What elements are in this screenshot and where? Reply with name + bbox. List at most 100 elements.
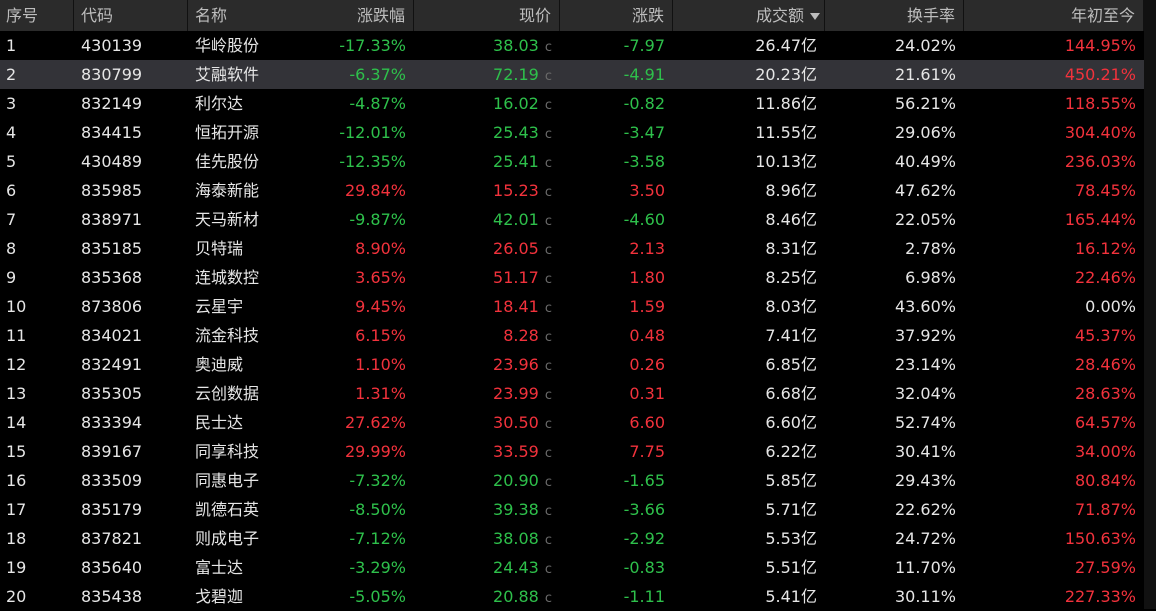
change-value: 1.59: [629, 297, 665, 316]
column-header-change[interactable]: 涨跌: [560, 0, 673, 31]
price-cell: 16.02 c: [414, 89, 560, 118]
price-suffix: c: [544, 388, 552, 403]
stock-name: 云星宇: [195, 297, 244, 316]
row-index: 9: [6, 268, 17, 287]
stock-code: 834415: [81, 123, 143, 142]
turnover-rate: 24.02%: [894, 36, 956, 55]
column-header-amount-label: 成交额: [755, 6, 804, 25]
stock-name: 奥迪威: [195, 355, 244, 374]
change-percent: 6.15%: [355, 326, 406, 345]
trade-amount: 10.13亿: [755, 152, 817, 171]
ytd-change: 64.57%: [1074, 413, 1136, 432]
stock-code: 835985: [81, 181, 143, 200]
stock-code: 835185: [81, 239, 143, 258]
trade-amount: 5.85亿: [765, 471, 817, 490]
column-header-index[interactable]: 序号: [0, 0, 74, 31]
row-index: 18: [6, 529, 27, 548]
ytd-change: 28.46%: [1074, 355, 1136, 374]
change-value: 0.26: [629, 355, 665, 374]
price-cell: 26.05 c: [414, 234, 560, 263]
price-cell: 30.50 c: [414, 408, 560, 437]
change-value: -2.92: [623, 529, 665, 548]
change-value: 2.13: [629, 239, 665, 258]
table-row[interactable]: 14 833394 民士达 27.62% 30.50 c 6.60 6.60亿 52.74% 64…: [0, 408, 1144, 437]
column-header-amount[interactable]: 成交额: [673, 0, 825, 31]
turnover-rate: 47.62%: [894, 181, 956, 200]
table-row[interactable]: 11 834021 流金科技 6.15% 8.28 c 0.48 7.41亿 37.92% 45.…: [0, 321, 1144, 350]
change-percent: -7.32%: [349, 471, 406, 490]
ytd-change: 27.59%: [1074, 558, 1136, 577]
price-value: 24.43: [493, 558, 539, 577]
table-row[interactable]: 15 839167 同享科技 29.99% 33.59 c 7.75 6.22亿 30.41% 3…: [0, 437, 1144, 466]
trade-amount: 5.41亿: [765, 587, 817, 606]
column-header-change-percent[interactable]: 涨跌幅: [188, 0, 414, 31]
change-value: -0.83: [623, 558, 665, 577]
change-value: -1.65: [623, 471, 665, 490]
row-index: 1: [6, 36, 17, 55]
change-value: -7.97: [623, 36, 665, 55]
stock-name: 凯德石英: [195, 500, 260, 519]
stock-name: 连城数控: [195, 268, 260, 287]
price-cell: 20.88 c: [414, 582, 560, 611]
ytd-change: 150.63%: [1064, 529, 1136, 548]
table-row[interactable]: 7 838971 天马新材 -9.87% 42.01 c -4.60 8.46亿 22.05% 1…: [0, 205, 1144, 234]
price-cell: 8.28 c: [414, 321, 560, 350]
table-row[interactable]: 12 832491 奥迪威 1.10% 23.96 c 0.26 6.85亿 23.14% 28.…: [0, 350, 1144, 379]
ytd-change: 71.87%: [1074, 500, 1136, 519]
vertical-scrollbar[interactable]: [1144, 0, 1156, 609]
table-row[interactable]: 6 835985 海泰新能 29.84% 15.23 c 3.50 8.96亿 47.62% 78…: [0, 176, 1144, 205]
row-index: 2: [6, 65, 17, 84]
table-row[interactable]: 20 835438 戈碧迦 -5.05% 20.88 c -1.11 5.41亿 30.11% 2…: [0, 582, 1144, 611]
column-header-turnover[interactable]: 换手率: [825, 0, 964, 31]
ytd-change: 165.44%: [1064, 210, 1136, 229]
change-percent: -3.29%: [349, 558, 406, 577]
change-percent: -8.50%: [349, 500, 406, 519]
turnover-rate: 43.60%: [894, 297, 956, 316]
column-header-ytd[interactable]: 年初至今: [964, 0, 1144, 31]
price-suffix: c: [544, 156, 552, 171]
price-cell: 25.43 c: [414, 118, 560, 147]
table-row[interactable]: 8 835185 贝特瑞 8.90% 26.05 c 2.13 8.31亿 2.78% 16.12…: [0, 234, 1144, 263]
price-value: 25.43: [493, 123, 539, 142]
price-cell: 72.19 c: [414, 60, 560, 89]
stock-code: 833394: [81, 413, 143, 432]
table-row[interactable]: 9 835368 连城数控 3.65% 51.17 c 1.80 8.25亿 6.98% 22.4…: [0, 263, 1144, 292]
stock-name: 利尔达: [195, 94, 244, 113]
table-row[interactable]: 16 833509 同惠电子 -7.32% 20.90 c -1.65 5.85亿 29.43%…: [0, 466, 1144, 495]
price-value: 38.03: [493, 36, 539, 55]
stock-name: 佳先股份: [195, 152, 260, 171]
trade-amount: 11.55亿: [755, 123, 817, 142]
turnover-rate: 29.43%: [894, 471, 956, 490]
stock-code: 832491: [81, 355, 143, 374]
table-row[interactable]: 13 835305 云创数据 1.31% 23.99 c 0.31 6.68亿 32.04% 28…: [0, 379, 1144, 408]
turnover-rate: 29.06%: [894, 123, 956, 142]
ytd-change: 236.03%: [1064, 152, 1136, 171]
table-row[interactable]: 2 830799 艾融软件 -6.37% 72.19 c -4.91 20.23亿 21.61%…: [0, 60, 1144, 89]
change-percent: 27.62%: [344, 413, 406, 432]
price-cell: 38.03 c: [414, 31, 560, 60]
table-row[interactable]: 4 834415 恒拓开源 -12.01% 25.43 c -3.47 11.55亿 29.06…: [0, 118, 1144, 147]
price-suffix: c: [544, 446, 552, 461]
table-row[interactable]: 17 835179 凯德石英 -8.50% 39.38 c -3.66 5.71亿 22.62%…: [0, 495, 1144, 524]
table-row[interactable]: 5 430489 佳先股份 -12.35% 25.41 c -3.58 10.13亿 40.49…: [0, 147, 1144, 176]
price-value: 38.08: [493, 529, 539, 548]
stock-name: 恒拓开源: [195, 123, 260, 142]
table-row[interactable]: 19 835640 富士达 -3.29% 24.43 c -0.83 5.51亿 11.70% 2…: [0, 553, 1144, 582]
table-row[interactable]: 18 837821 则成电子 -7.12% 38.08 c -2.92 5.53亿 24.72%…: [0, 524, 1144, 553]
change-percent: -5.05%: [349, 587, 406, 606]
change-percent: 1.10%: [355, 355, 406, 374]
table-row[interactable]: 10 873806 云星宇 9.45% 18.41 c 1.59 8.03亿 43.60% 0.0…: [0, 292, 1144, 321]
price-cell: 20.90 c: [414, 466, 560, 495]
price-suffix: c: [544, 301, 552, 316]
price-suffix: c: [544, 504, 552, 519]
price-cell: 23.96 c: [414, 350, 560, 379]
row-index: 5: [6, 152, 17, 171]
change-value: -3.47: [623, 123, 665, 142]
ytd-change: 22.46%: [1074, 268, 1136, 287]
table-row[interactable]: 3 832149 利尔达 -4.87% 16.02 c -0.82 11.86亿 56.21% 1…: [0, 89, 1144, 118]
price-value: 23.99: [493, 384, 539, 403]
table-row[interactable]: 1 430139 华岭股份 -17.33% 38.03 c -7.97 26.47亿 24.02…: [0, 31, 1144, 60]
trade-amount: 5.53亿: [765, 529, 817, 548]
column-header-price[interactable]: 现价: [414, 0, 560, 31]
column-header-code[interactable]: 代码: [74, 0, 188, 31]
